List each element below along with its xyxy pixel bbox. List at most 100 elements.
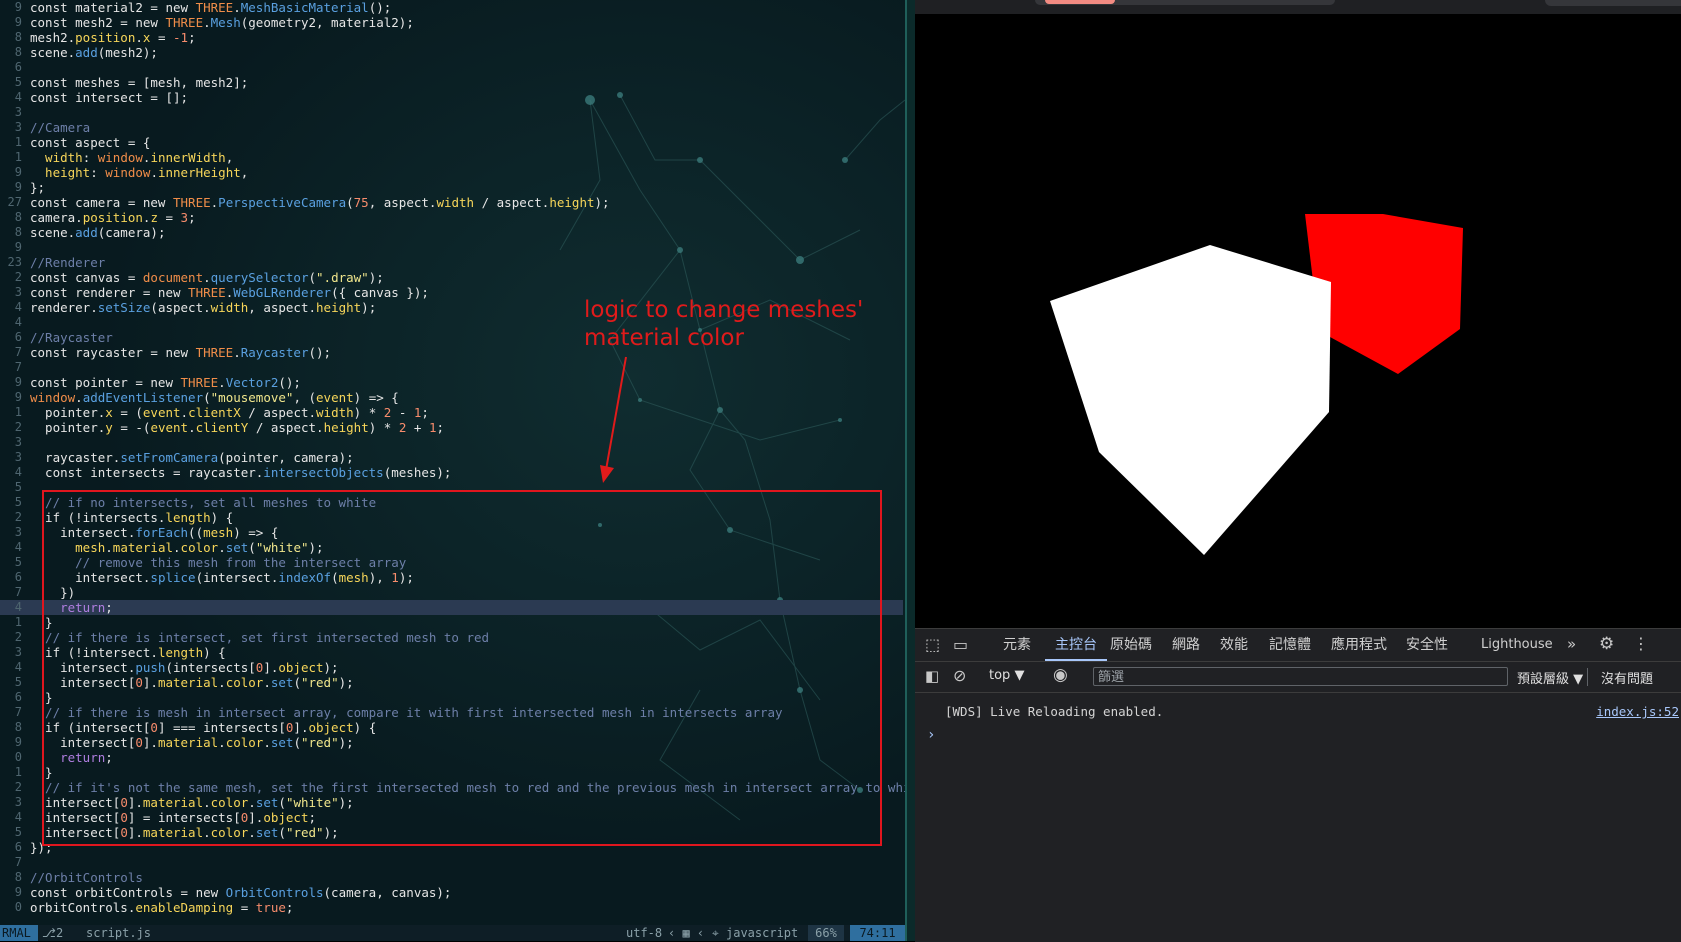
line-number: 23	[7, 255, 22, 269]
line-text: //Renderer	[30, 255, 105, 270]
code-token: (	[308, 270, 317, 285]
code-line[interactable]: 7	[0, 855, 903, 870]
code-token: intersectObjects	[263, 465, 384, 480]
code-line[interactable]: 9};	[0, 180, 903, 195]
sidebar-toggle-icon[interactable]: ◧	[925, 667, 939, 685]
code-token: Vector2	[225, 375, 279, 390]
line-number: 3	[14, 525, 22, 539]
code-token: MeshBasicMaterial	[240, 0, 369, 15]
tab-sources[interactable]: 原始碼	[1110, 629, 1152, 661]
code-line[interactable]: 8 mesh2.position.x = -1;	[0, 30, 903, 45]
tab-memory[interactable]: 記憶體	[1269, 629, 1311, 661]
split-divider[interactable]	[905, 0, 915, 941]
tab-network[interactable]: 網路	[1172, 629, 1200, 661]
code-token: ({ canvas });	[331, 285, 429, 300]
eye-icon[interactable]: ◉	[1053, 665, 1068, 685]
code-line[interactable]: 8 scene.add(camera);	[0, 225, 903, 240]
inspect-element-icon[interactable]: ⬚	[925, 635, 940, 654]
device-toolbar-icon[interactable]: ▭	[953, 635, 968, 654]
context-selector[interactable]: top ▼	[989, 668, 1024, 683]
code-token: THREE	[195, 0, 234, 15]
code-token: add	[75, 45, 98, 60]
gear-icon[interactable]: ⚙	[1599, 634, 1614, 654]
code-line[interactable]: 5 const meshes = [mesh, mesh2];	[0, 75, 903, 90]
console-prompt-icon[interactable]: ›	[927, 727, 935, 743]
line-number: 3	[14, 120, 22, 134]
issues-button[interactable]: 沒有問題	[1601, 668, 1653, 687]
code-line[interactable]: 9 const pointer = new THREE.Vector2();	[0, 375, 903, 390]
log-levels-dropdown[interactable]: 預設層級 ▼	[1517, 668, 1583, 687]
code-line[interactable]: 3	[0, 105, 903, 120]
code-line[interactable]: 27 const camera = new THREE.PerspectiveCa…	[0, 195, 903, 210]
white-cube[interactable]	[1050, 245, 1331, 555]
console-source-link[interactable]: index.js:52	[1596, 704, 1679, 719]
annotation-line-1: logic to change meshes'	[584, 297, 864, 323]
more-tabs-icon[interactable]: »	[1567, 635, 1576, 653]
code-token: WebGLRenderer	[233, 285, 332, 300]
code-line[interactable]: 8 camera.position.z = 3;	[0, 210, 903, 225]
line-text: mesh2.position.x = -1;	[30, 30, 196, 45]
code-line[interactable]: 9 const orbitControls = new OrbitControls…	[0, 885, 903, 900]
line-number: 2	[14, 420, 22, 434]
code-line[interactable]: 3	[0, 435, 903, 450]
code-line[interactable]: 6	[0, 60, 903, 75]
line-number: 2	[14, 270, 22, 284]
tab-elements[interactable]: 元素	[1003, 629, 1031, 661]
code-line[interactable]: 23 //Renderer	[0, 255, 903, 270]
code-line[interactable]: 3 //Camera	[0, 120, 903, 135]
code-line[interactable]: 9	[0, 240, 903, 255]
code-line[interactable]: 4 const intersects = raycaster.intersect…	[0, 465, 903, 480]
code-token: ) => {	[353, 390, 399, 405]
code-line[interactable]: 1 const aspect = {	[0, 135, 903, 150]
code-line[interactable]: 9 const material2 = new THREE.MeshBasicMa…	[0, 0, 903, 15]
tab-performance[interactable]: 效能	[1220, 629, 1248, 661]
line-number: 5	[14, 555, 22, 569]
code-token: =	[157, 210, 181, 225]
code-token: document	[142, 270, 204, 285]
code-token: const aspect = {	[30, 135, 151, 150]
code-token: -1	[173, 30, 189, 45]
tab-application[interactable]: 應用程式	[1331, 629, 1387, 661]
code-line[interactable]: 9 height: window.innerHeight,	[0, 165, 903, 180]
code-line[interactable]: 8 scene.add(mesh2);	[0, 45, 903, 60]
code-token: orbitControls.	[30, 900, 136, 915]
code-token: Mesh	[210, 15, 241, 30]
code-token: window	[30, 390, 76, 405]
code-token: Raycaster	[240, 345, 309, 360]
code-line[interactable]: 2 pointer.y = -(event.clientY / aspect.h…	[0, 420, 903, 435]
browser-window: ⬚ ▭ 元素 主控台 原始碼 網路 效能 記憶體 應用程式 安全性 Lighth…	[915, 0, 1681, 942]
code-token: setFromCamera	[120, 450, 219, 465]
code-token: width	[210, 300, 249, 315]
tab-console[interactable]: 主控台	[1045, 629, 1107, 661]
code-token: innerWidth	[150, 150, 226, 165]
tab-lighthouse[interactable]: Lighthouse	[1481, 629, 1553, 661]
code-line[interactable]: 9 window.addEventListener("mousemove", (e…	[0, 390, 903, 405]
clear-console-icon[interactable]: ⊘	[953, 666, 966, 685]
code-line[interactable]: 8 //OrbitControls	[0, 870, 903, 885]
line-text: const meshes = [mesh, mesh2];	[30, 75, 248, 90]
code-line[interactable]: 0 orbitControls.enableDamping = true;	[0, 900, 903, 915]
code-token: .	[233, 345, 241, 360]
code-token: THREE	[195, 345, 234, 360]
code-line[interactable]: 7	[0, 360, 903, 375]
vim-mode-indicator: RMAL	[0, 925, 38, 941]
code-editor[interactable]: 9 const material2 = new THREE.MeshBasicMa…	[0, 0, 905, 941]
webgl-canvas[interactable]	[915, 14, 1681, 628]
code-token: );	[361, 300, 377, 315]
code-line[interactable]: 9 const mesh2 = new THREE.Mesh(geometry2,…	[0, 15, 903, 30]
code-token: height	[549, 195, 595, 210]
code-line[interactable]: 1 width: window.innerWidth,	[0, 150, 903, 165]
code-token: PerspectiveCamera	[218, 195, 347, 210]
filter-input[interactable]: 篩選	[1093, 667, 1508, 686]
code-line[interactable]: 1 pointer.x = (event.clientX / aspect.wi…	[0, 405, 903, 420]
code-line[interactable]: 4 const intersect = [];	[0, 90, 903, 105]
line-number: 9	[14, 240, 22, 254]
tab-security[interactable]: 安全性	[1406, 629, 1448, 661]
line-number: 5	[14, 825, 22, 839]
code-token: //Raycaster	[30, 330, 113, 345]
browser-toolbar-extension[interactable]	[1545, 0, 1681, 6]
more-options-icon[interactable]: ⋮	[1633, 634, 1649, 653]
code-token: width	[316, 405, 354, 420]
code-line[interactable]: 3 raycaster.setFromCamera(pointer, camer…	[0, 450, 903, 465]
code-line[interactable]: 2 const canvas = document.querySelector("…	[0, 270, 903, 285]
